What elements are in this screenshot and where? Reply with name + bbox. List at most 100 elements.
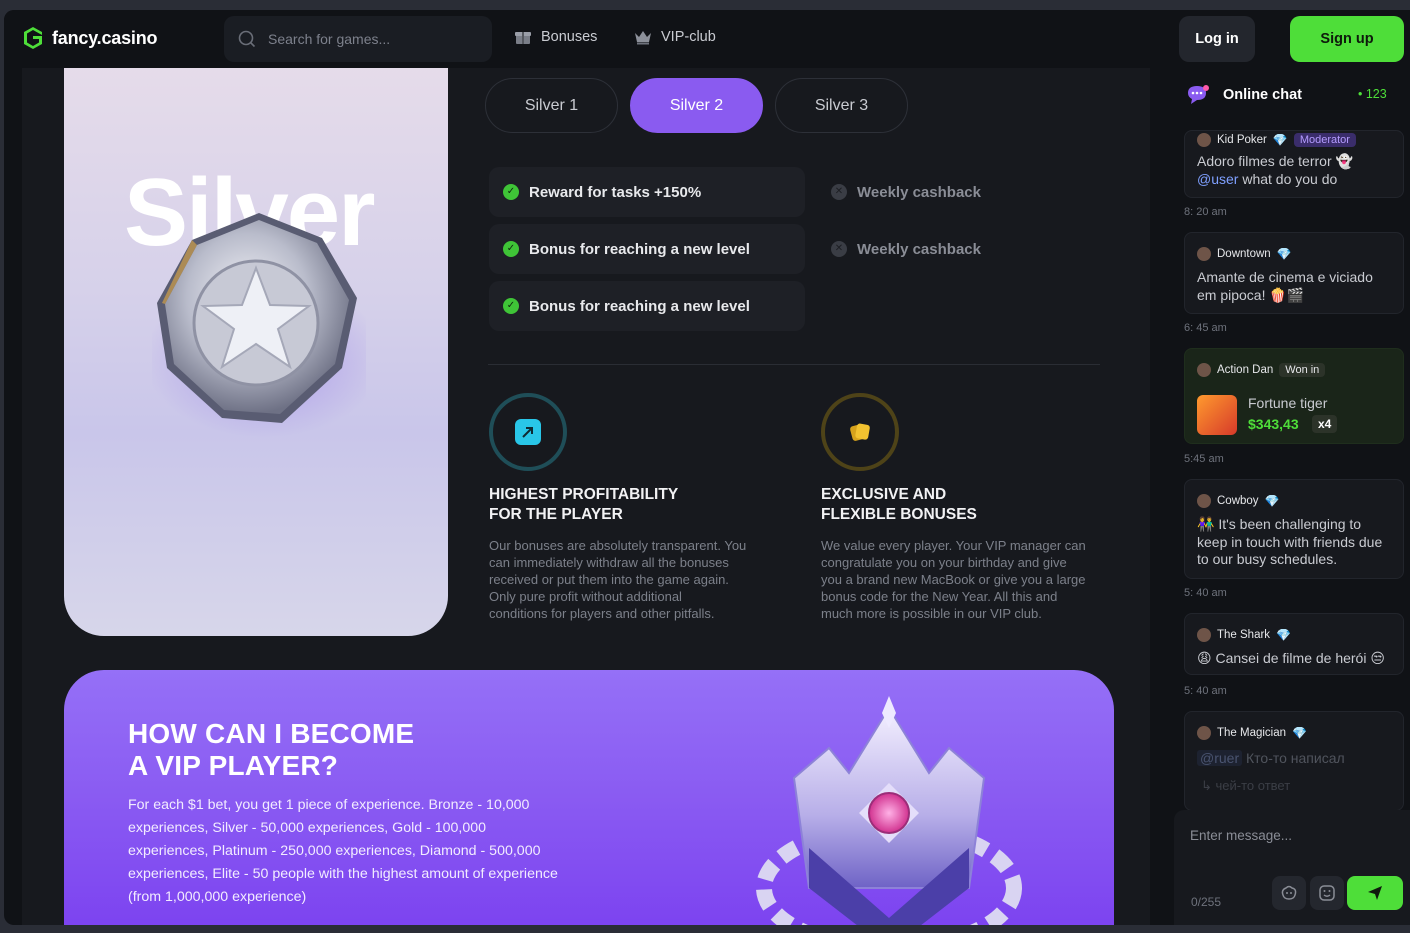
diamond-icon: 💎	[1292, 726, 1307, 740]
vip-text: For each $1 bet, you get 1 piece of expe…	[128, 797, 558, 905]
feature-included: ✓ Reward for tasks +150%	[489, 167, 805, 217]
chat-username: The Shark	[1217, 629, 1271, 641]
cross-icon: ✕	[831, 241, 847, 257]
send-icon	[1368, 886, 1382, 900]
chat-title: Online chat	[1223, 87, 1302, 103]
chat-user: The Shark 💎	[1197, 628, 1291, 642]
emoji-icon	[1319, 885, 1335, 901]
login-button[interactable]: Log in	[1179, 16, 1255, 62]
divider	[488, 364, 1100, 365]
avatar	[1197, 628, 1211, 642]
avatar	[1197, 363, 1211, 377]
chat-time: 5:45 am	[1184, 453, 1224, 465]
vip-title: HOW CAN I BECOME A VIP PLAYER?	[128, 718, 415, 781]
signup-button[interactable]: Sign up	[1290, 16, 1404, 62]
nav-bonuses-label: Bonuses	[541, 29, 598, 45]
avatar	[1197, 247, 1211, 261]
game-name: Fortune tiger	[1248, 395, 1328, 411]
highlight-ring	[489, 393, 567, 471]
game-thumbnail[interactable]	[1197, 395, 1237, 435]
send-button[interactable]	[1347, 876, 1403, 910]
chat-bubble-icon	[1188, 85, 1209, 104]
nav-vip-club-label: VIP-club	[661, 29, 716, 45]
feature-excluded: ✕ Weekly cashback	[823, 167, 981, 217]
diamond-icon: 💎	[1276, 247, 1292, 261]
highlight-text: We value every player. Your VIP manager …	[821, 538, 1086, 621]
chat-message: Kid Poker 💎 Moderator Adoro filmes de te…	[1184, 130, 1404, 198]
highlight-profitability: Highest profitability for the player Our…	[489, 393, 769, 622]
diamond-icon: 💎	[1264, 494, 1280, 508]
cards-icon	[847, 419, 873, 445]
win-multiplier: x4	[1312, 415, 1338, 433]
check-icon: ✓	[503, 298, 519, 314]
feature-label: Bonus for reaching a new level	[529, 240, 750, 258]
win-amount: $343,43	[1248, 416, 1299, 432]
chat-composer: 0/255	[1174, 810, 1410, 925]
chat-text: @ruer Кто-то написал	[1197, 750, 1395, 768]
chat-text: 😩 Cansei de filme de herói 😒	[1197, 650, 1385, 666]
vip-banner: HOW CAN I BECOME A VIP PLAYER? For each …	[64, 670, 1114, 925]
nav-vip-club[interactable]: VIP-club	[634, 29, 716, 45]
feature-included: ✓ Bonus for reaching a new level	[489, 224, 805, 274]
chat-user: Kid Poker 💎 Moderator	[1197, 133, 1356, 147]
chat-message: The Shark 💎 😩 Cansei de filme de herói 😒	[1184, 613, 1404, 675]
chat-text: 👫 It's been challenging to keep in touch…	[1197, 516, 1383, 567]
nav-bonuses[interactable]: Bonuses	[514, 29, 597, 45]
diamond-icon: 💎	[1276, 628, 1292, 642]
search-icon	[238, 30, 256, 48]
chat-username: Action Dan	[1217, 364, 1274, 376]
logo-text: fancy.casino	[52, 27, 158, 48]
chat-message: Downtown 💎 Amante de cinema e viciado em…	[1184, 232, 1404, 314]
highlight-bonuses: Exclusive and flexible bonuses We value …	[821, 393, 1101, 622]
logo-icon	[24, 27, 42, 49]
search-box[interactable]	[224, 16, 492, 62]
feature-label: Weekly cashback	[857, 240, 981, 258]
chat-reply: ↳ чей-то ответ	[1201, 778, 1291, 793]
sticker-icon	[1281, 885, 1297, 900]
chat-message-input[interactable]	[1174, 810, 1410, 860]
highlight-title: Highest profitability for the player	[489, 486, 679, 523]
char-count: 0/255	[1191, 895, 1222, 909]
gift-icon	[515, 32, 531, 44]
feature-excluded: ✕ Weekly cashback	[823, 224, 981, 274]
emoji-button[interactable]	[1310, 876, 1344, 910]
chat-time: 8: 20 am	[1184, 206, 1227, 218]
logo[interactable]: fancy.casino	[22, 26, 158, 50]
external-link-icon	[515, 419, 541, 445]
tab-silver-3[interactable]: Silver 3	[775, 78, 908, 133]
chat-message: The Magician 💎 @ruer Кто-то написал ↳ че…	[1184, 711, 1404, 811]
chat-user: Downtown 💎	[1197, 247, 1292, 261]
chat-user: The Magician 💎	[1197, 726, 1307, 740]
check-icon: ✓	[503, 241, 519, 257]
moderator-badge: Moderator	[1293, 133, 1356, 147]
silver-medal-image	[152, 213, 366, 438]
avatar	[1197, 726, 1211, 740]
crown-image	[756, 696, 1022, 925]
search-input[interactable]	[268, 31, 468, 47]
chat-username: Downtown	[1217, 248, 1271, 260]
highlight-text: Our bonuses are absolutely transparent. …	[489, 538, 747, 621]
chat-username: Kid Poker	[1217, 134, 1267, 146]
chat-user: Cowboy 💎	[1197, 494, 1280, 508]
crown-icon	[635, 31, 651, 45]
chat-message: Cowboy 💎 👫 It's been challenging to keep…	[1184, 479, 1404, 579]
main-content: Silver Silver 1 Silver 2 Silver 3 ✓ Rewa…	[22, 68, 1150, 925]
header: fancy.casino Bonuses VIP-club Log	[4, 10, 1410, 68]
feature-label: Reward for tasks +150%	[529, 183, 702, 201]
diamond-icon: 💎	[1272, 133, 1288, 147]
avatar	[1197, 494, 1211, 508]
won-badge: Won in	[1279, 363, 1326, 377]
online-count: • 123	[1358, 87, 1387, 101]
tab-silver-2[interactable]: Silver 2	[630, 78, 763, 133]
tab-silver-1[interactable]: Silver 1	[485, 78, 618, 133]
chat-username: The Magician	[1217, 727, 1287, 739]
level-card: Silver	[64, 68, 448, 636]
sticker-button[interactable]	[1272, 876, 1306, 910]
feature-label: Weekly cashback	[857, 183, 981, 201]
app-window: fancy.casino Bonuses VIP-club Log	[4, 10, 1410, 925]
chat-user: Action Dan Won in	[1197, 363, 1326, 377]
reply-icon: ↳	[1201, 778, 1212, 793]
chat-win-message: Action Dan Won in Fortune tiger $343,43 …	[1184, 348, 1404, 444]
avatar	[1197, 133, 1211, 147]
check-icon: ✓	[503, 184, 519, 200]
